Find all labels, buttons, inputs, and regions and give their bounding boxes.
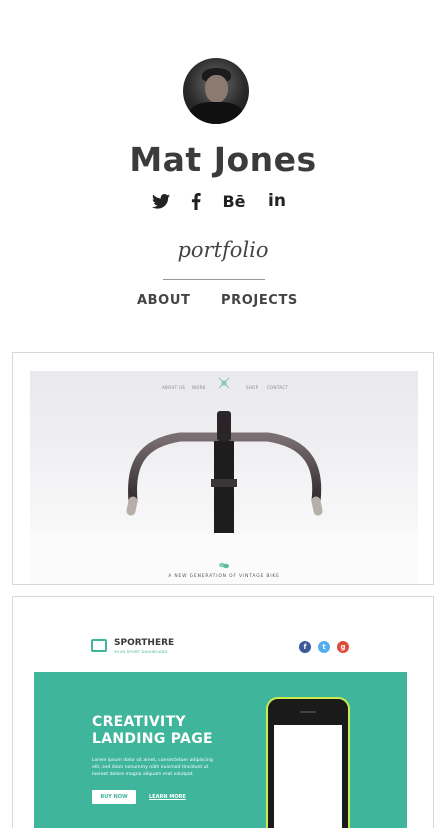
twitter-icon: t bbox=[318, 641, 330, 653]
twitter-icon[interactable] bbox=[151, 190, 171, 212]
facebook-icon: f bbox=[299, 641, 311, 653]
headline-line-2: LANDING PAGE bbox=[92, 731, 213, 747]
divider bbox=[163, 279, 265, 280]
avatar bbox=[183, 58, 249, 124]
social-links: Bē in bbox=[0, 190, 446, 212]
bike-hero-image: ABOUT US WORK SHOP CONTACT bbox=[30, 371, 418, 533]
bike-tagline: A NEW GENERATION OF VINTAGE BIKE bbox=[168, 574, 280, 579]
phone-screen bbox=[274, 725, 342, 828]
nav-about[interactable]: ABOUT bbox=[137, 293, 190, 308]
hero-headline: CREATIVITY LANDING PAGE bbox=[92, 714, 213, 748]
bike-site-preview: ABOUT US WORK SHOP CONTACT A NEW GENERAT… bbox=[30, 371, 418, 584]
behance-icon[interactable]: Bē bbox=[221, 190, 247, 212]
learn-more-link: LEARN MORE bbox=[149, 794, 186, 800]
leaf-icon bbox=[219, 562, 229, 569]
brand-strong: SPORT bbox=[114, 638, 148, 648]
project-card-sporthere[interactable]: SPORTHERE YOUR SPORT DASHBOARD f t g CRE… bbox=[12, 596, 434, 828]
brand-light: HERE bbox=[147, 638, 175, 648]
phone-mockup bbox=[266, 697, 350, 828]
profile-name: Mat Jones bbox=[129, 140, 317, 179]
sporthere-hero: CREATIVITY LANDING PAGE Lorem ipsum dolo… bbox=[34, 672, 407, 828]
headline-line-1: CREATIVITY bbox=[92, 714, 186, 730]
phone-speaker bbox=[300, 711, 316, 713]
hero-body-text: Lorem ipsum dolor sit amet, consectetuer… bbox=[92, 758, 213, 777]
project-card-bike[interactable]: ABOUT US WORK SHOP CONTACT A NEW GENERAT… bbox=[12, 352, 434, 585]
sporthere-tagline: YOUR SPORT DASHBOARD bbox=[114, 649, 168, 654]
sporthere-logo-icon bbox=[91, 639, 107, 652]
nav-projects[interactable]: PROJECTS bbox=[221, 293, 298, 308]
linkedin-icon[interactable]: in bbox=[266, 190, 288, 212]
sporthere-brand: SPORTHERE bbox=[114, 638, 174, 648]
avatar-shirt bbox=[189, 102, 243, 124]
avatar-face bbox=[205, 75, 228, 103]
bike-handlebar-illustration bbox=[126, 411, 323, 533]
buy-now-button: BUY NOW bbox=[92, 790, 136, 804]
facebook-icon[interactable] bbox=[188, 190, 204, 212]
main-nav: ABOUT PROJECTS bbox=[0, 293, 446, 311]
google-plus-icon: g bbox=[337, 641, 349, 653]
sporthere-header: SPORTHERE YOUR SPORT DASHBOARD f t g bbox=[13, 597, 433, 672]
portfolio-subtitle: portfolio bbox=[177, 238, 269, 262]
